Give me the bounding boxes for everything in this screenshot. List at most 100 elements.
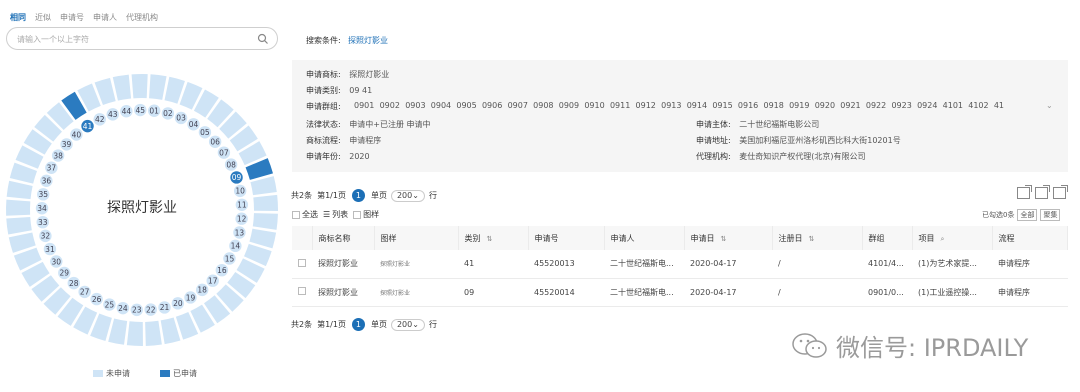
tab-application-number[interactable]: 申请号 [60,12,84,23]
tab-similar[interactable]: 近似 [35,12,51,23]
cell-registration-date: / [772,278,862,307]
tab-applicant[interactable]: 申请人 [93,12,117,23]
class-label-37: 37 [47,164,57,173]
cell-class: 09 [458,278,528,307]
search-box [6,27,278,50]
search-condition-value[interactable]: 探照灯影业 [348,35,388,46]
class-segment-44[interactable] [112,74,132,101]
class-segment-01[interactable] [149,74,167,100]
process-label: 商标流程: [306,136,341,145]
class-label-05: 05 [200,128,210,137]
class-segment-10[interactable] [250,176,277,196]
class-label-34: 34 [37,204,47,213]
cell-applicant: 二十世纪福斯电... [604,278,684,307]
cell-class: 41 [458,250,528,279]
class-segment-22[interactable] [145,320,162,346]
sort-icon[interactable]: ⇅ [487,235,493,243]
row-checkbox[interactable] [298,287,306,295]
image-view-button[interactable]: 图样 [353,209,379,220]
class-label: 申请类别: [306,86,341,95]
per-page-select[interactable]: 200⌄ [390,189,425,202]
class-segment-34[interactable] [6,199,31,216]
class-label-01: 01 [149,107,159,116]
filter-search-icon[interactable]: ⌕ [941,235,945,243]
class-label-19: 19 [186,293,196,302]
header-item[interactable]: 项目 ⌕ [912,226,993,250]
tab-agency[interactable]: 代理机构 [126,12,158,23]
header-registration-date-label: 注册日 [778,233,803,243]
tab-same[interactable]: 相同 [10,12,26,23]
table-row[interactable]: 探照灯影业 探照灯影业 09 45520014 二十世纪福斯电... 2020-04-17… [292,278,1068,307]
left-panel: 相同 近似 申请号 申请人 代理机构 01 020304050607 08 09 10 1… [0,0,285,392]
row-checkbox-cell[interactable] [292,250,312,279]
group-code: 0909 [558,101,580,110]
info-panel [292,60,1068,172]
pager-unit-bottom: 行 [428,320,437,329]
search-icon[interactable] [257,33,269,45]
cell-applicant: 二十世纪福斯电... [604,250,684,279]
group-code: 0910 [584,101,605,110]
cell-application-date: 2020-04-17 [684,278,772,307]
class-label-03: 03 [176,114,186,123]
table-row[interactable]: 探照灯影业 探照灯影业 41 45520013 二十世纪福斯电... 2020-04-17… [292,250,1068,279]
pager-current-button-bottom[interactable]: 1 [351,318,365,331]
class-label-04: 04 [189,120,199,129]
class-segment-35[interactable] [6,180,33,200]
class-segment-11[interactable] [253,194,278,211]
reg-date-sort-icon[interactable]: ⇅ [809,235,815,243]
class-segment-33[interactable] [6,217,32,235]
search-condition-label: 搜索条件: [306,36,341,45]
agent-value: 麦仕奇知识产权代理(北京)有限公司 [739,152,866,161]
image-view-label: 图样 [363,210,380,219]
export-icon[interactable] [1017,185,1032,199]
header-registration-date[interactable]: 注册日 ⇅ [772,226,863,250]
results-table: 商标名称 图样 类别 ⇅ 申请号 申请人 申请日 ⇅ 注册日 ⇅ 群组 项目 ⌕ 流程 … [292,226,1068,307]
header-image: 图样 [374,226,459,250]
select-all-checkbox[interactable]: 全选 [292,209,318,220]
class-label-20: 20 [173,299,183,308]
row-checkbox-cell[interactable] [292,278,312,307]
group-code: 41 [993,101,1005,110]
group-code: 0915 [712,101,733,110]
class-label-15: 15 [225,254,235,263]
table-toolbar: 全选 ☰ 列表 图样 [292,209,379,220]
class-segment-23[interactable] [126,321,143,346]
cell-registration-date: / [772,250,862,279]
header-class[interactable]: 类别 ⇅ [458,226,529,250]
header-application-date[interactable]: 申请日 ⇅ [684,226,773,250]
class-segment-45[interactable] [131,74,148,99]
date-sort-icon[interactable]: ⇅ [721,235,727,243]
mark-value: 探照灯影业 [349,70,390,79]
legend-label-not-applied: 未申请 [106,369,130,378]
info-agent: 代理机构: 麦仕奇知识产权代理(北京)有限公司 [696,151,866,162]
group-code: 0905 [456,101,477,110]
export-excel-icon[interactable] [1035,185,1050,199]
class-label-12: 12 [237,215,247,224]
pager-current-button[interactable]: 1 [351,189,365,202]
class-label-06: 06 [210,138,220,147]
pager-page: 第1/1页 [317,191,346,200]
group-code: 0908 [533,101,554,110]
pager-page-bottom: 第1/1页 [317,320,346,329]
class-label-31: 31 [45,245,55,254]
search-input[interactable] [17,31,257,47]
header-application-number: 申请号 [528,226,605,250]
year-value: 2020 [349,152,370,161]
chevron-down-icon[interactable]: ⌄ [1046,101,1053,110]
cell-item: (1)为艺术家提... [912,250,992,279]
class-label-10: 10 [235,187,245,196]
law-value: 申请中+已注册 申请中 [349,120,431,129]
export-pdf-icon[interactable] [1053,185,1068,199]
all-chip-button[interactable]: 全部 [1017,209,1038,221]
selection-count: 已勾选0条 全部 聚集 [982,209,1061,221]
cluster-chip-button[interactable]: 聚集 [1040,209,1061,221]
list-view-button[interactable]: ☰ 列表 [323,209,348,220]
class-segment-12[interactable] [252,213,278,230]
owner-label: 申请主体: [696,120,731,129]
pager-unit: 行 [428,191,437,200]
class-label-02: 02 [163,109,173,118]
class-value: 09 41 [349,86,373,95]
row-checkbox[interactable] [298,258,306,267]
class-segment-24[interactable] [108,318,128,345]
per-page-select-bottom[interactable]: 200⌄ [390,318,425,331]
